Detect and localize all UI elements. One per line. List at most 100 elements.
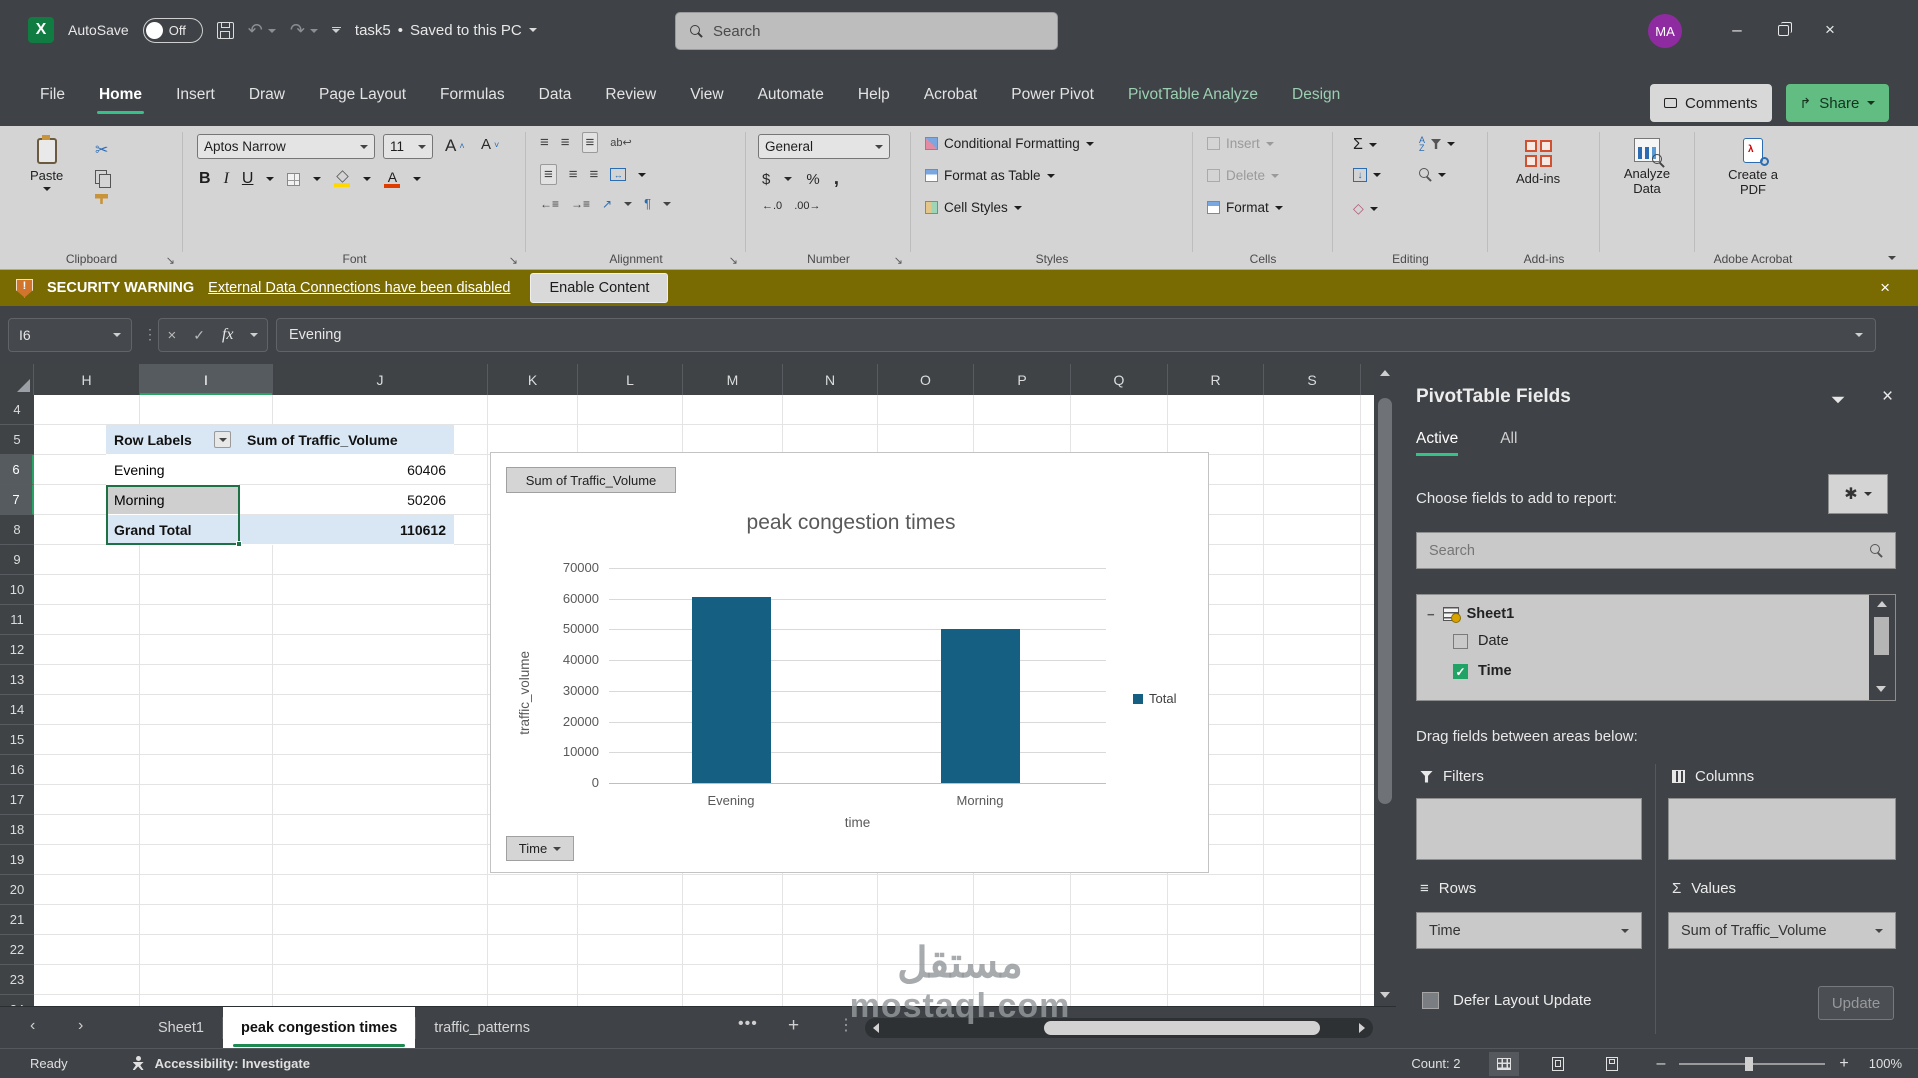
more-sheets-icon[interactable]: ••• — [738, 1015, 758, 1033]
select-all-corner[interactable] — [0, 364, 34, 395]
align-bottom-icon[interactable]: ≡ — [581, 132, 599, 153]
row-header-23[interactable]: 23 — [0, 965, 34, 995]
increase-indent-icon[interactable]: →≡ — [571, 197, 590, 211]
menu-tab-formulas[interactable]: Formulas — [438, 78, 507, 112]
insert-function-icon[interactable]: fx — [222, 326, 234, 344]
collapse-ribbon-chevron[interactable] — [1888, 256, 1896, 260]
zoom-in-button[interactable]: + — [1839, 1055, 1848, 1073]
tabbar-splitter-icon[interactable]: ⋮ — [838, 1015, 854, 1035]
column-header-Q[interactable]: Q — [1071, 364, 1168, 395]
currency-format-button[interactable]: $ — [762, 171, 770, 188]
row-header-21[interactable]: 21 — [0, 905, 34, 935]
addins-button[interactable]: Add-ins — [1516, 140, 1560, 186]
formula-input[interactable]: Evening — [276, 318, 1876, 352]
update-button[interactable]: Update — [1818, 986, 1894, 1020]
row-header-24[interactable]: 24 — [0, 995, 34, 1006]
undo-icon[interactable]: ↶ — [248, 20, 276, 41]
autosave-toggle[interactable]: Off — [142, 17, 203, 43]
search-bar[interactable] — [675, 12, 1058, 50]
minimize-button[interactable]: – — [1722, 20, 1752, 40]
column-header-L[interactable]: L — [578, 364, 683, 395]
comma-format-button[interactable]: , — [834, 168, 839, 190]
filters-drop-area[interactable] — [1416, 798, 1642, 860]
paste-button[interactable]: Paste — [30, 135, 63, 191]
vscroll-thumb[interactable] — [1378, 398, 1392, 804]
field-item-date[interactable]: Date — [1427, 626, 1885, 656]
column-header-K[interactable]: K — [488, 364, 578, 395]
zoom-out-button[interactable]: – — [1657, 1055, 1666, 1073]
shrink-font-button[interactable]: A ˅ — [481, 136, 499, 153]
merge-center-icon[interactable]: ↔ — [610, 168, 627, 181]
name-box[interactable]: I6 — [8, 318, 132, 352]
pane-options-button[interactable]: ✱ — [1828, 474, 1888, 514]
row-header-18[interactable]: 18 — [0, 815, 34, 845]
row-header-8[interactable]: 8 — [0, 515, 34, 545]
field-checkbox-time[interactable]: ✓ — [1453, 663, 1468, 679]
align-right-icon[interactable]: ≡ — [590, 166, 599, 183]
row-header-12[interactable]: 12 — [0, 635, 34, 665]
number-dialog-launcher[interactable]: ↘ — [894, 254, 903, 267]
column-header-N[interactable]: N — [783, 364, 878, 395]
font-color-icon[interactable]: A — [384, 170, 401, 188]
fill-color-icon[interactable] — [334, 170, 351, 187]
increase-decimal-button[interactable]: ←.0 — [762, 200, 782, 212]
field-checkbox-date[interactable] — [1453, 633, 1468, 649]
cells-area[interactable]: 456789101112131415161718192021222324 Row… — [0, 395, 1374, 1006]
copy-icon[interactable] — [95, 170, 111, 188]
rowlabels-filter-button[interactable] — [214, 431, 231, 448]
quick-access-customize-icon[interactable] — [331, 26, 341, 34]
column-header-J[interactable]: J — [273, 364, 488, 395]
decrease-decimal-button[interactable]: .00→ — [794, 200, 820, 212]
text-direction-chevron[interactable] — [663, 201, 672, 206]
hscroll-left-icon[interactable] — [873, 1023, 879, 1033]
align-middle-icon[interactable]: ≡ — [561, 134, 570, 151]
menu-tab-automate[interactable]: Automate — [756, 78, 826, 112]
wrap-text-icon[interactable]: ab↩ — [610, 136, 631, 149]
chart-value-field-button[interactable]: Sum of Traffic_Volume — [506, 467, 676, 493]
alignment-dialog-launcher[interactable]: ↘ — [729, 254, 738, 267]
normal-view-button[interactable] — [1488, 1051, 1519, 1076]
row-header-17[interactable]: 17 — [0, 785, 34, 815]
pane-tab-all[interactable]: All — [1500, 430, 1517, 456]
defer-layout-checkbox[interactable] — [1422, 992, 1439, 1009]
pane-search-input[interactable] — [1429, 542, 1870, 559]
chart-title[interactable]: peak congestion times — [551, 511, 1151, 535]
pivot-header-rowlabels[interactable]: Row Labels — [106, 425, 239, 455]
pivot-cell-evening[interactable]: Evening — [106, 455, 239, 485]
orientation-icon[interactable]: ↗ — [602, 197, 612, 211]
borders-menu-chevron[interactable] — [313, 177, 322, 181]
menu-tab-design[interactable]: Design — [1290, 78, 1342, 112]
pivot-header-values[interactable]: Sum of Traffic_Volume — [239, 425, 454, 455]
borders-icon[interactable] — [287, 172, 301, 186]
document-title[interactable]: task5 • Saved to this PC — [355, 22, 537, 39]
page-break-view-button[interactable] — [1597, 1052, 1627, 1076]
security-bar-close-icon[interactable]: × — [1880, 278, 1902, 298]
hscroll-right-icon[interactable] — [1359, 1023, 1365, 1033]
chart-bar-morning[interactable] — [941, 628, 1020, 783]
menu-tab-home[interactable]: Home — [96, 78, 145, 114]
search-input[interactable] — [713, 22, 1013, 40]
close-button[interactable]: × — [1815, 20, 1845, 40]
clear-button[interactable]: ◇ — [1353, 198, 1378, 219]
zoom-level[interactable]: 100% — [1869, 1056, 1902, 1071]
add-sheet-icon[interactable]: + — [788, 1015, 799, 1037]
pane-tab-active[interactable]: Active — [1416, 430, 1459, 456]
merge-center-chevron[interactable] — [638, 172, 647, 177]
page-layout-view-button[interactable] — [1543, 1052, 1573, 1076]
enable-content-button[interactable]: Enable Content — [530, 273, 669, 303]
sheet-tab-Sheet1[interactable]: Sheet1 — [140, 1007, 222, 1049]
underline-button[interactable]: U — [242, 170, 254, 188]
row-header-20[interactable]: 20 — [0, 875, 34, 905]
security-warning-link[interactable]: External Data Connections have been disa… — [208, 280, 510, 296]
field-item-time[interactable]: ✓ Time — [1427, 656, 1885, 686]
share-button[interactable]: ↱ Share — [1785, 84, 1890, 122]
column-header-R[interactable]: R — [1168, 364, 1264, 395]
fill-handle[interactable] — [236, 541, 242, 547]
chart-legend[interactable]: Total — [1133, 691, 1176, 706]
conditional-formatting-button[interactable]: Conditional Formatting — [925, 134, 1094, 153]
row-header-19[interactable]: 19 — [0, 845, 34, 875]
format-painter-icon[interactable] — [95, 194, 108, 204]
vertical-scrollbar[interactable] — [1374, 364, 1396, 1006]
pivot-value-morning[interactable]: 50206 — [239, 485, 454, 515]
field-scroll-thumb[interactable] — [1874, 617, 1889, 655]
